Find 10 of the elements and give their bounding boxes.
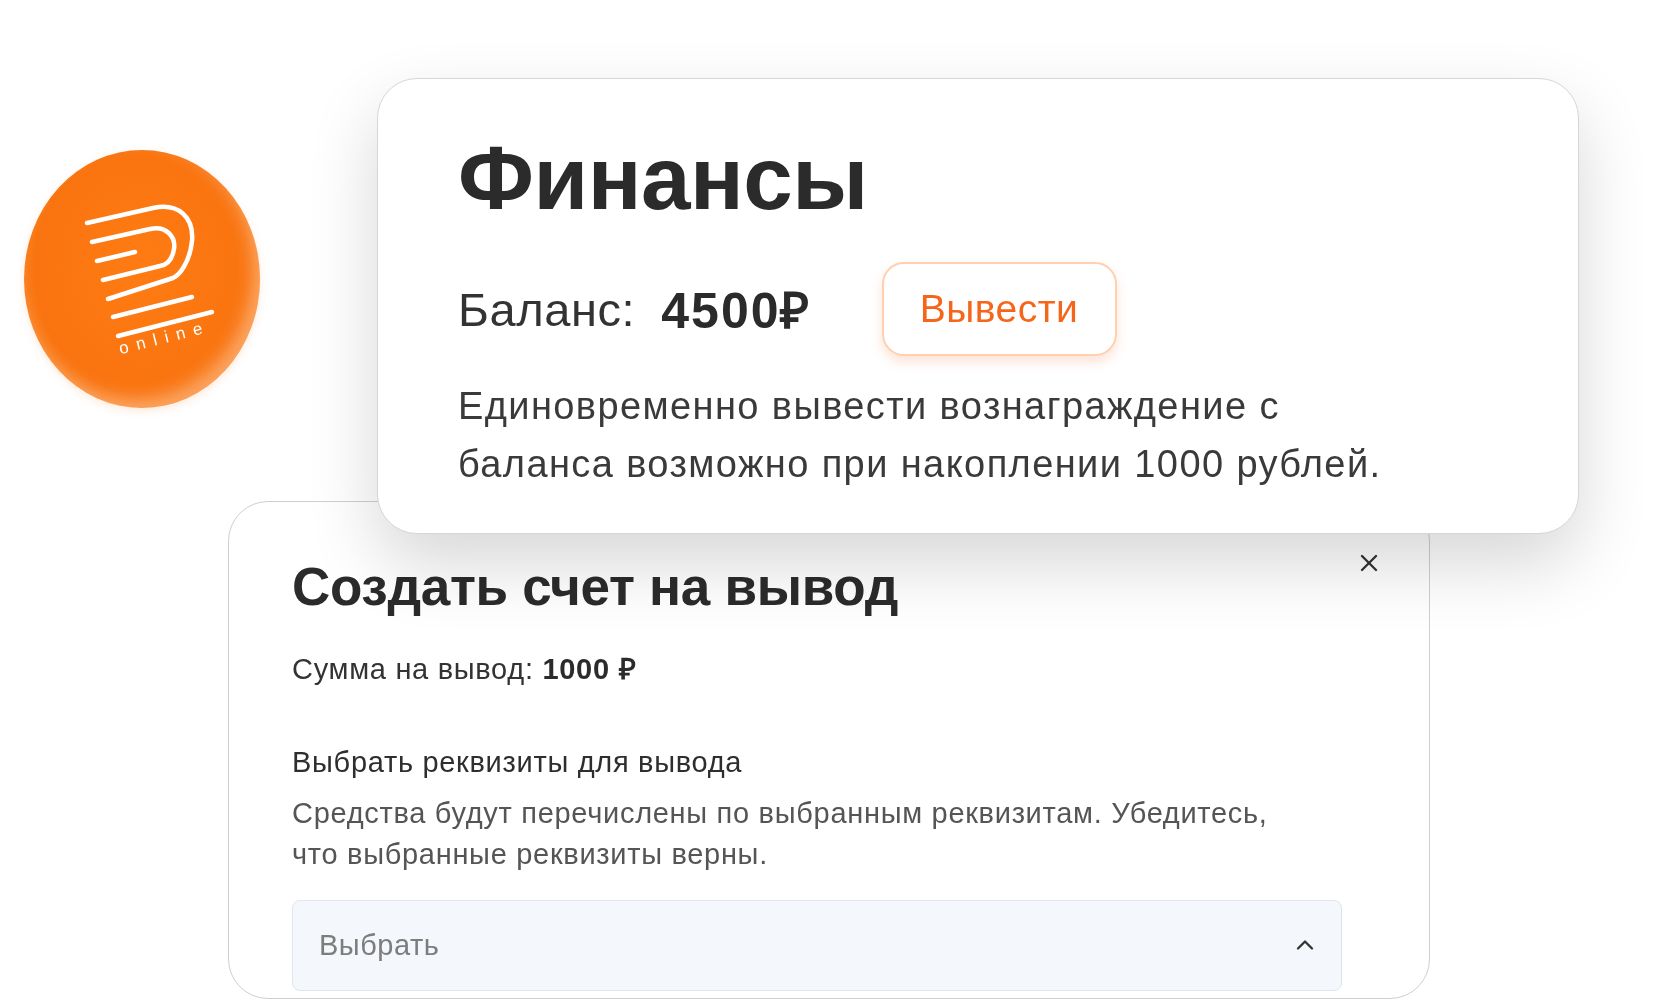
amount-text: Сумма на вывод: 1000 ₽ [292, 652, 637, 687]
requisites-select[interactable]: Выбрать [292, 900, 1342, 991]
withdraw-button[interactable]: Вывести [881, 262, 1117, 356]
balance-label: Баланс: [458, 281, 636, 337]
withdraw-note: Единовременно вывести вознаграждение с баланса возможно при накоплении 1000 рублей. [458, 384, 1383, 487]
page-title: Финансы [458, 128, 868, 228]
requisites-hint: Средства будут перечислены по выбранным реквизитам. Убедитесь, что выбранные реквизиты верны. [292, 796, 1269, 872]
dialog-title: Создать счет на вывод [292, 557, 898, 617]
balance-value: 4500₽ [661, 282, 812, 341]
requisites-label: Выбрать реквизиты для вывода [292, 745, 743, 780]
